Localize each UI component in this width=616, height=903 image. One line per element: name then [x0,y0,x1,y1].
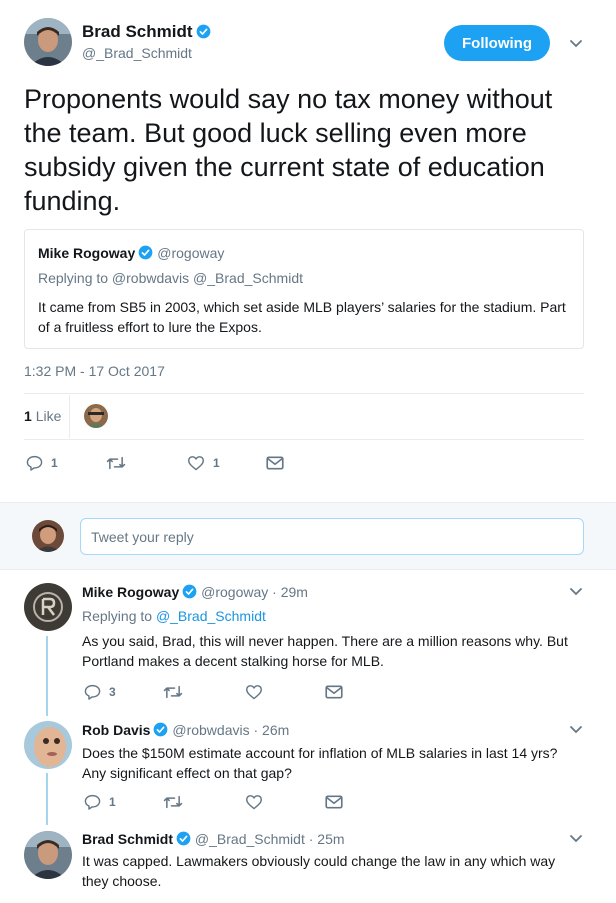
reply-count: 3 [109,685,116,699]
current-user-avatar[interactable] [32,520,64,552]
following-button[interactable]: Following [444,25,550,61]
dm-action[interactable] [325,685,343,699]
dm-action[interactable] [325,795,343,809]
replying-to-link[interactable]: @_Brad_Schmidt [156,608,266,624]
reply-action[interactable]: 1 [26,455,58,471]
reply-author-avatar[interactable] [24,721,72,769]
author-avatar[interactable] [24,18,72,66]
like-action[interactable] [245,794,263,810]
reply-author-name: Mike Rogoway [82,584,180,600]
reply-icon [26,455,43,471]
verified-badge-icon [138,245,153,260]
reply-author[interactable]: Mike Rogoway @rogoway · 29m [82,584,308,600]
reply-text: As you said, Brad, this will never happe… [82,633,568,669]
reply-text: It was capped. Lawmakers obviously could… [82,853,556,889]
reply-icon [84,684,101,700]
tweet-text: Proponents would say no tax money withou… [24,84,553,216]
retweet-icon [163,795,183,809]
envelope-icon [325,795,343,809]
author-name-text: Brad Schmidt [82,22,193,41]
reply-meta: @_Brad_Schmidt · 25m [194,831,345,847]
reply-author-name: Brad Schmidt [82,831,174,847]
quoted-replying-to: Replying to @robwdavis @_Brad_Schmidt [38,270,303,286]
like-action[interactable]: 1 [187,455,220,471]
envelope-icon [266,456,284,470]
quoted-text: It came from SB5 in 2003, which set asid… [38,299,566,335]
reply-text: Does the $150M estimate account for infl… [82,745,558,781]
heart-icon [246,685,262,700]
retweet-icon [106,456,126,470]
author-name[interactable]: Brad Schmidt [82,22,211,42]
retweet-icon [163,685,183,699]
likes-count[interactable]: 1 Like [24,408,61,424]
reply-author-avatar[interactable] [24,831,72,879]
chevron-down-icon[interactable] [569,725,583,735]
reply-count: 1 [51,456,58,470]
reply-action[interactable]: 3 [84,684,116,700]
replying-to-prefix: Replying to [82,608,156,624]
chevron-down-icon[interactable] [569,587,583,597]
like-count: 1 [213,456,220,470]
tweet-timestamp[interactable]: 1:32 PM - 17 Oct 2017 [24,363,165,379]
verified-badge-icon [182,584,197,599]
retweet-action[interactable] [163,684,183,700]
heart-icon [188,456,204,471]
quoted-author[interactable]: Mike Rogoway @rogoway [38,245,224,261]
dm-action[interactable] [266,456,284,470]
thread-line [46,773,48,825]
reply-action[interactable]: 1 [84,794,116,810]
reply-meta: @rogoway · 29m [201,584,308,600]
envelope-icon [325,685,343,699]
vertical-divider [69,395,70,438]
verified-badge-icon [176,831,191,846]
quoted-author-handle: @rogoway [157,245,225,261]
divider [24,393,584,394]
divider [24,439,584,440]
retweet-action[interactable] [163,794,183,810]
chevron-down-icon[interactable] [569,834,583,844]
thread-line [46,636,48,716]
like-action[interactable] [245,684,263,700]
reply-author-avatar[interactable] [24,583,72,631]
author-handle[interactable]: @_Brad_Schmidt [82,45,192,61]
likes-label: Like [35,408,62,424]
heart-icon [246,795,262,810]
reply-meta: @robwdavis · 26m [172,722,290,738]
liker-avatar[interactable] [84,404,108,428]
quoted-tweet[interactable]: Mike Rogoway @rogoway Replying to @robwda… [24,229,584,349]
reply-replying-to: Replying to @_Brad_Schmidt [82,608,266,624]
reply-author-name: Rob Davis [82,722,151,738]
retweet-action[interactable] [106,455,126,471]
reply-input[interactable] [80,518,584,555]
quoted-author-name: Mike Rogoway [38,245,136,261]
likes-number: 1 [24,408,32,424]
verified-badge-icon [196,24,211,39]
chevron-down-icon[interactable] [569,39,583,49]
reply-icon [84,794,101,810]
reply-count: 1 [109,795,116,809]
verified-badge-icon [153,722,168,737]
reply-author[interactable]: Rob Davis @robwdavis · 26m [82,722,289,738]
reply-author[interactable]: Brad Schmidt @_Brad_Schmidt · 25m [82,831,345,847]
